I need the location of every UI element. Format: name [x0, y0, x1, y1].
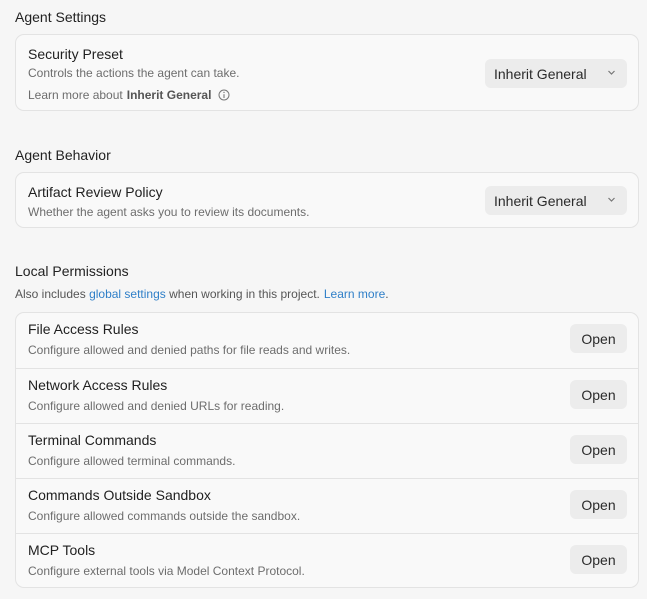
permission-row-file-access: File Access Rules Configure allowed and … — [16, 313, 638, 368]
subtext-suffix: . — [385, 287, 389, 301]
security-preset-card: Security Preset Controls the actions the… — [15, 34, 639, 111]
chevron-down-icon — [608, 197, 615, 202]
agent-settings-heading: Agent Settings — [15, 9, 107, 25]
artifact-review-label: Artifact Review Policy — [28, 184, 163, 200]
permission-label: MCP Tools — [28, 542, 96, 558]
artifact-review-select[interactable]: Inherit General — [485, 186, 627, 215]
permission-row-terminal-commands: Terminal Commands Configure allowed term… — [16, 423, 638, 478]
open-terminal-commands-button[interactable]: Open — [570, 435, 627, 464]
artifact-review-card: Artifact Review Policy Whether the agent… — [15, 172, 639, 228]
learn-more-prefix: Learn more about — [28, 88, 123, 102]
security-preset-label: Security Preset — [28, 46, 123, 62]
subtext-prefix: Also includes — [15, 287, 86, 301]
info-icon[interactable] — [218, 89, 230, 101]
permissions-card: File Access Rules Configure allowed and … — [15, 312, 639, 588]
permission-row-network-access: Network Access Rules Configure allowed a… — [16, 368, 638, 423]
open-outside-sandbox-button[interactable]: Open — [570, 490, 627, 519]
subtext-middle: when working in this project. — [169, 287, 320, 301]
permission-label: File Access Rules — [28, 321, 139, 337]
learn-more-target[interactable]: Inherit General — [127, 88, 212, 102]
permission-label: Commands Outside Sandbox — [28, 487, 211, 503]
global-settings-link[interactable]: global settings — [89, 287, 166, 301]
artifact-review-description: Whether the agent asks you to review its… — [28, 205, 310, 219]
open-file-access-button[interactable]: Open — [570, 324, 627, 353]
chevron-down-icon — [608, 70, 615, 75]
permission-description: Configure external tools via Model Conte… — [28, 564, 305, 578]
permission-description: Configure allowed and denied URLs for re… — [28, 399, 285, 413]
local-permissions-subtext: Also includes global settings when worki… — [15, 287, 389, 301]
security-preset-selected: Inherit General — [494, 65, 587, 82]
local-permissions-heading: Local Permissions — [15, 263, 129, 279]
open-mcp-tools-button[interactable]: Open — [570, 545, 627, 574]
permission-label: Terminal Commands — [28, 432, 157, 448]
permission-row-outside-sandbox: Commands Outside Sandbox Configure allow… — [16, 478, 638, 533]
open-network-access-button[interactable]: Open — [570, 380, 627, 409]
permission-label: Network Access Rules — [28, 377, 168, 393]
learn-more-link[interactable]: Learn more — [324, 287, 385, 301]
security-preset-description: Controls the actions the agent can take. — [28, 66, 240, 80]
security-preset-learn-more[interactable]: Learn more about Inherit General — [28, 88, 230, 102]
permission-description: Configure allowed terminal commands. — [28, 454, 236, 468]
artifact-review-selected: Inherit General — [494, 192, 587, 209]
agent-behavior-heading: Agent Behavior — [15, 147, 111, 163]
permission-description: Configure allowed and denied paths for f… — [28, 343, 351, 357]
permission-row-mcp-tools: MCP Tools Configure external tools via M… — [16, 533, 638, 588]
security-preset-select[interactable]: Inherit General — [485, 59, 627, 88]
permission-description: Configure allowed commands outside the s… — [28, 509, 301, 523]
